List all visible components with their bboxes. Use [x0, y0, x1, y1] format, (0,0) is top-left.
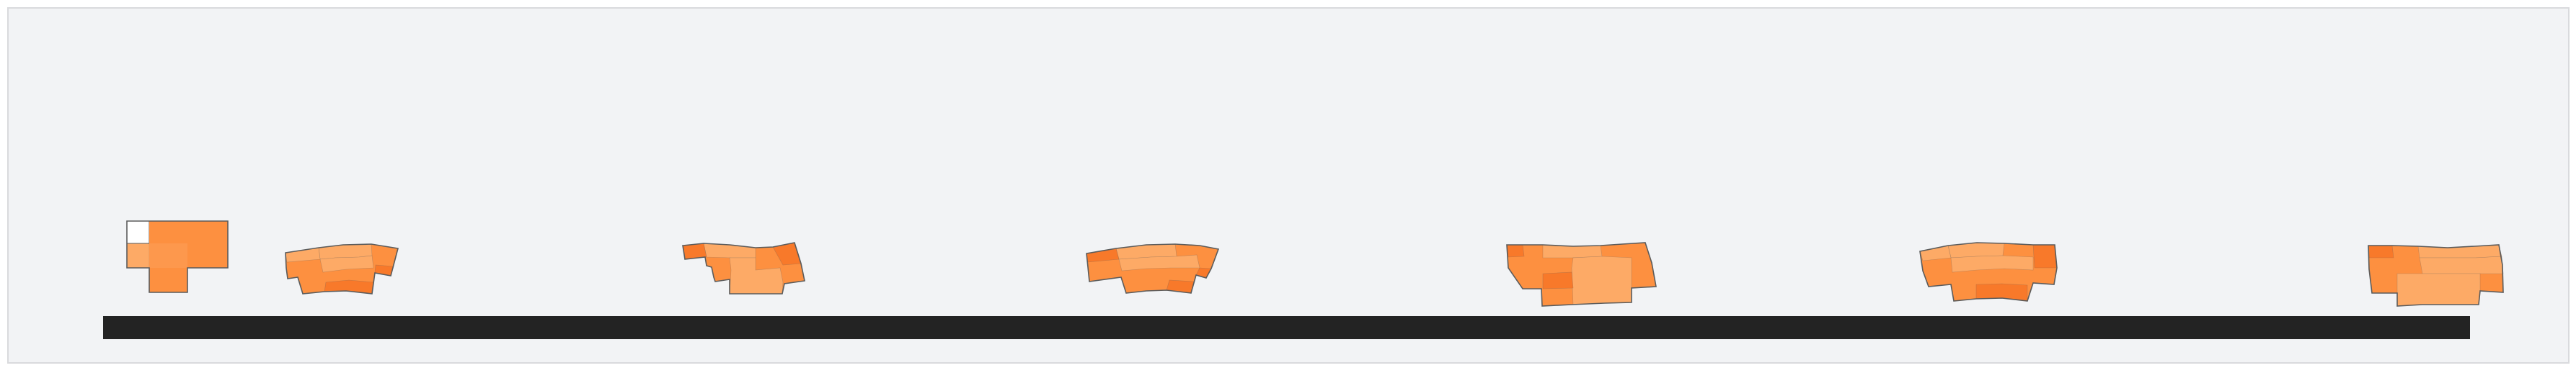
scene-background: [7, 7, 2570, 364]
ground-platform: [103, 316, 2470, 339]
simulation-scene: [7, 7, 2570, 364]
